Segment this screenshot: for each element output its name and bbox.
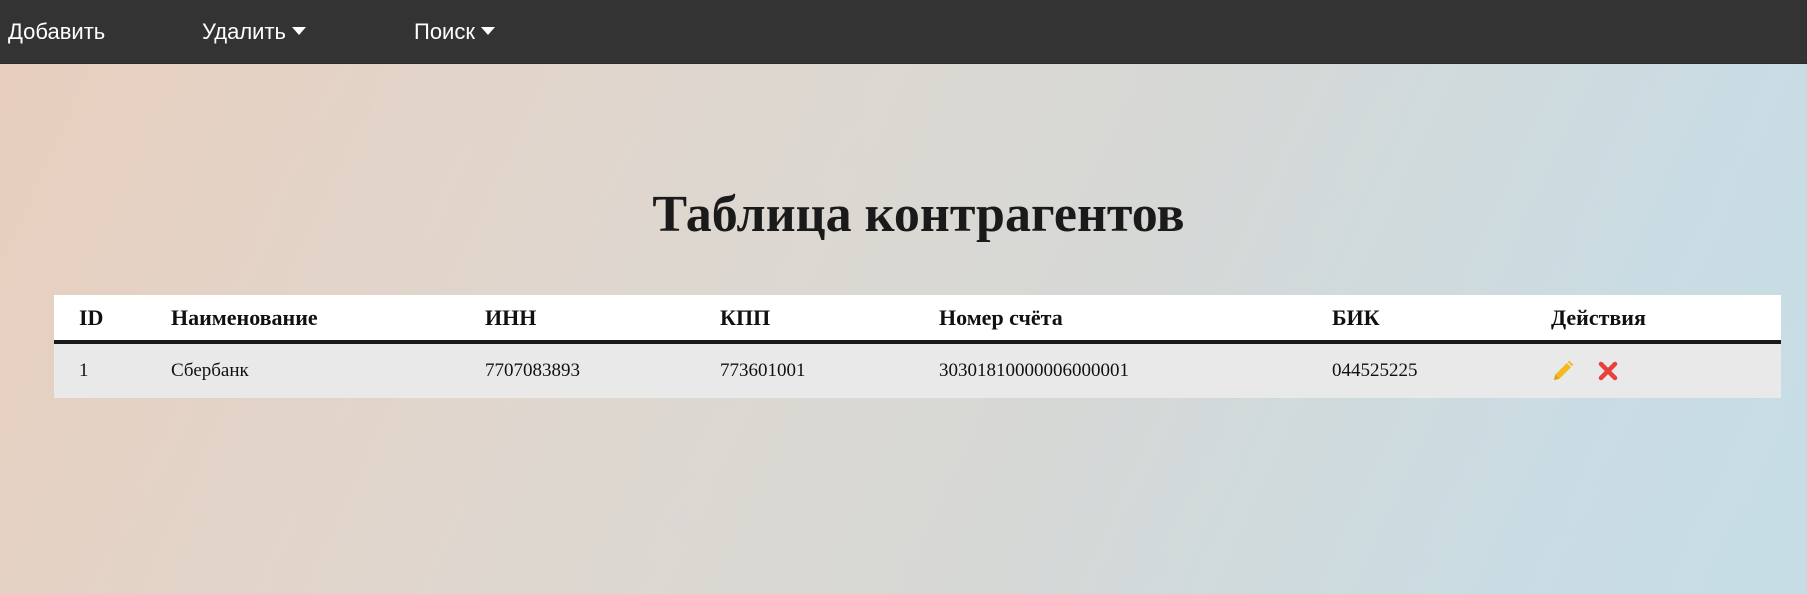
cell-kpp: 773601001 [720, 360, 806, 381]
caret-down-icon [292, 27, 306, 35]
delete-label: Удалить [202, 19, 286, 44]
cell-account: 30301810000006000001 [939, 360, 1129, 381]
column-header-kpp: КПП [720, 295, 939, 344]
column-header-actions: Действия [1551, 295, 1781, 344]
close-icon[interactable] [1596, 359, 1620, 383]
column-header-id: ID [54, 295, 171, 344]
column-header-name: Наименование [171, 295, 485, 344]
cell-actions [1551, 342, 1781, 398]
cell-inn: 7707083893 [485, 360, 580, 381]
table-row: 1 Сбербанк 7707083893 773601001 30301810… [54, 342, 1781, 398]
column-header-inn: ИНН [485, 295, 720, 344]
search-label: Поиск [414, 19, 475, 44]
table-header-row: ID Наименование ИНН КПП Номер счёта БИК … [54, 295, 1781, 344]
add-label: Добавить [8, 19, 106, 44]
counterparties-table: ID Наименование ИНН КПП Номер счёта БИК … [54, 295, 1781, 398]
top-navbar: Добавить Удалить Поиск [0, 0, 1807, 64]
pencil-icon[interactable] [1551, 359, 1575, 383]
counterparties-table-container: ID Наименование ИНН КПП Номер счёта БИК … [54, 295, 1781, 398]
delete-dropdown[interactable]: Удалить [202, 0, 306, 64]
add-menu-item[interactable]: Добавить [8, 0, 105, 64]
cell-bik: 044525225 [1332, 360, 1418, 381]
search-dropdown[interactable]: Поиск [414, 0, 495, 64]
column-header-account: Номер счёта [939, 295, 1332, 344]
page-title: Таблица контрагентов [652, 186, 1185, 243]
column-header-bik: БИК [1332, 295, 1551, 344]
cell-id: 1 [79, 360, 89, 381]
caret-down-icon [480, 27, 495, 35]
cell-name: Сбербанк [171, 360, 249, 381]
